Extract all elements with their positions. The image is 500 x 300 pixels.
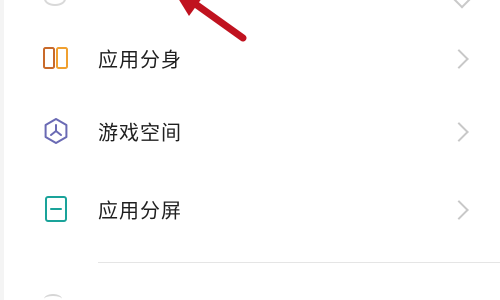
game-space-icon <box>44 118 68 144</box>
chevron-right-icon <box>449 122 469 142</box>
row-game-space[interactable]: 游戏空间 <box>0 93 500 169</box>
partial-next-row-icon <box>44 294 62 300</box>
partial-previous-row[interactable] <box>0 0 500 14</box>
row-app-clone[interactable]: 应用分身 <box>0 20 500 96</box>
row-split-screen-label: 应用分屏 <box>98 198 182 223</box>
row-app-clone-label: 应用分身 <box>98 47 182 72</box>
row-split-screen[interactable]: 应用分屏 <box>0 171 500 247</box>
chevron-right-icon <box>453 0 471 9</box>
row-game-space-label: 游戏空间 <box>98 120 182 145</box>
chevron-right-icon <box>449 49 469 69</box>
split-screen-icon <box>45 196 67 222</box>
section-divider <box>98 262 500 263</box>
app-clone-icon <box>43 47 68 69</box>
chevron-right-icon <box>449 200 469 220</box>
settings-screen: 应用分身 游戏空间 应用分屏 <box>0 0 500 300</box>
partial-row-icon <box>44 0 66 6</box>
